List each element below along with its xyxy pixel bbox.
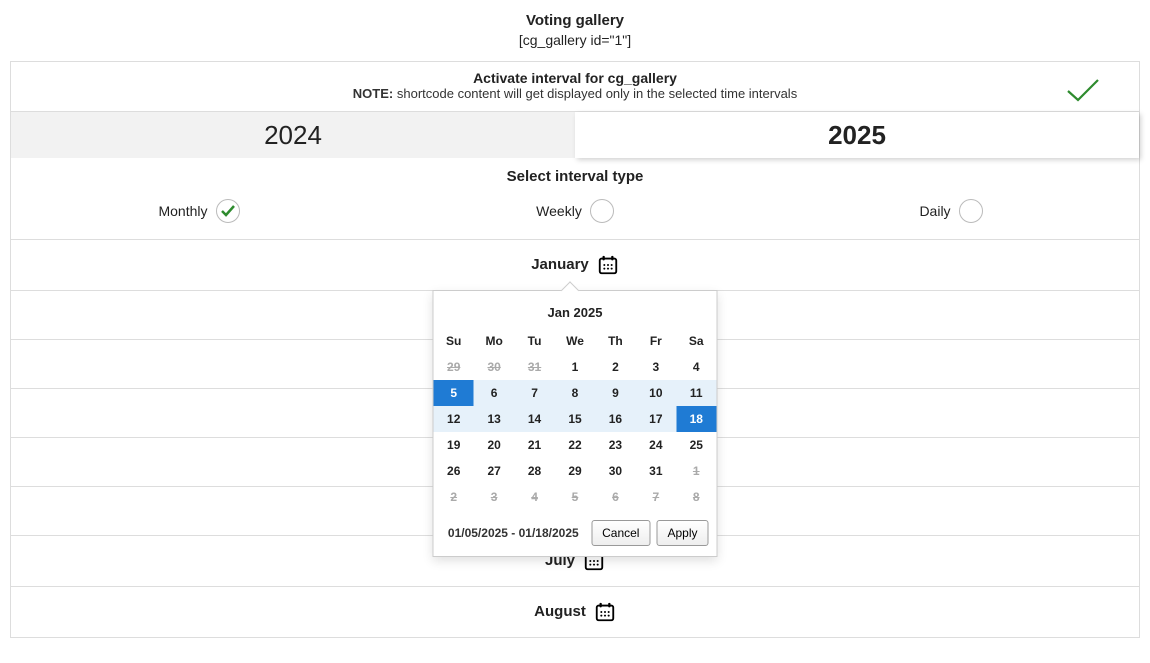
datepicker-day: 2 <box>434 484 474 510</box>
datepicker-day[interactable]: 13 <box>474 406 514 432</box>
datepicker-day: 31 <box>514 354 554 380</box>
checkmark-icon <box>221 205 235 217</box>
datepicker-day[interactable]: 29 <box>555 458 595 484</box>
datepicker-day[interactable]: 25 <box>676 432 716 458</box>
datepicker-day[interactable]: 26 <box>434 458 474 484</box>
datepicker-day[interactable]: 31 <box>636 458 676 484</box>
datepicker-day[interactable]: 4 <box>676 354 716 380</box>
datepicker-day[interactable]: 5 <box>434 380 474 406</box>
interval-monthly-label: Monthly <box>158 203 207 219</box>
year-tab-2024[interactable]: 2024 <box>11 112 575 158</box>
datepicker-weekday: Sa <box>676 328 716 354</box>
interval-monthly-radio[interactable] <box>216 199 240 223</box>
datepicker-day[interactable]: 21 <box>514 432 554 458</box>
datepicker-day: 4 <box>514 484 554 510</box>
interval-type-label: Select interval type <box>11 158 1139 189</box>
datepicker-day: 1 <box>676 458 716 484</box>
datepicker-day[interactable]: 30 <box>595 458 635 484</box>
interval-daily-radio[interactable] <box>959 199 983 223</box>
datepicker-day: 3 <box>474 484 514 510</box>
datepicker-day[interactable]: 7 <box>514 380 554 406</box>
calendar-icon <box>597 254 619 276</box>
datepicker-day[interactable]: 24 <box>636 432 676 458</box>
month-row-january: January Jan 2025 SuMoTuWeThFrSa 29303112… <box>11 240 1139 291</box>
datepicker-day: 6 <box>595 484 635 510</box>
datepicker-day[interactable]: 15 <box>555 406 595 432</box>
datepicker-day[interactable]: 1 <box>555 354 595 380</box>
datepicker-day: 8 <box>676 484 716 510</box>
datepicker-header: Jan 2025 <box>434 301 717 328</box>
datepicker-weekday: Fr <box>636 328 676 354</box>
datepicker-weekday: Th <box>595 328 635 354</box>
activate-heading: Activate interval for cg_gallery <box>21 70 1129 86</box>
datepicker-day[interactable]: 16 <box>595 406 635 432</box>
datepicker-day: 7 <box>636 484 676 510</box>
datepicker-apply-button[interactable]: Apply <box>656 520 708 546</box>
year-tabs: 2024 2025 <box>11 112 1139 158</box>
month-row-august: August <box>11 587 1139 637</box>
month-label-august: August <box>534 603 586 620</box>
datepicker-range-text: 01/05/2025 - 01/18/2025 <box>442 526 586 540</box>
datepicker-day[interactable]: 14 <box>514 406 554 432</box>
datepicker-day[interactable]: 19 <box>434 432 474 458</box>
datepicker-day[interactable]: 3 <box>636 354 676 380</box>
datepicker-day[interactable]: 22 <box>555 432 595 458</box>
datepicker-day[interactable]: 20 <box>474 432 514 458</box>
interval-weekly-radio[interactable] <box>590 199 614 223</box>
datepicker-day[interactable]: 11 <box>676 380 716 406</box>
datepicker-weekday: We <box>555 328 595 354</box>
activate-note-prefix: NOTE: <box>353 86 393 101</box>
datepicker-day[interactable]: 23 <box>595 432 635 458</box>
datepicker-day: 5 <box>555 484 595 510</box>
interval-daily-label: Daily <box>919 203 950 219</box>
datepicker-day[interactable]: 8 <box>555 380 595 406</box>
interval-weekly-label: Weekly <box>536 203 582 219</box>
month-label-january: January <box>531 256 589 273</box>
datepicker-day[interactable]: 28 <box>514 458 554 484</box>
checkmark-icon <box>1065 76 1101 104</box>
datepicker-day[interactable]: 2 <box>595 354 635 380</box>
datepicker-popup: Jan 2025 SuMoTuWeThFrSa 2930311234567891… <box>433 290 718 557</box>
calendar-icon <box>594 601 616 623</box>
datepicker-day[interactable]: 10 <box>636 380 676 406</box>
datepicker-day: 30 <box>474 354 514 380</box>
datepicker-weekday: Mo <box>474 328 514 354</box>
datepicker-day[interactable]: 9 <box>595 380 635 406</box>
datepicker-cancel-button[interactable]: Cancel <box>591 520 650 546</box>
datepicker-day[interactable]: 17 <box>636 406 676 432</box>
datepicker-weekday: Tu <box>514 328 554 354</box>
datepicker-day[interactable]: 18 <box>676 406 716 432</box>
datepicker-day[interactable]: 6 <box>474 380 514 406</box>
shortcode-text: [cg_gallery id="1"] <box>519 32 631 48</box>
page-title: Voting gallery <box>0 10 1150 31</box>
datepicker-day: 29 <box>434 354 474 380</box>
activate-toggle-check[interactable] <box>1063 70 1103 110</box>
activate-note: NOTE: shortcode content will get display… <box>21 86 1129 101</box>
datepicker-day[interactable]: 27 <box>474 458 514 484</box>
month-row-august-toggle[interactable]: August <box>534 601 616 623</box>
datepicker-weekday: Su <box>434 328 474 354</box>
datepicker-day[interactable]: 12 <box>434 406 474 432</box>
activate-note-text: shortcode content will get displayed onl… <box>393 86 797 101</box>
month-row-january-toggle[interactable]: January <box>531 254 619 276</box>
year-tab-2025[interactable]: 2025 <box>575 112 1139 158</box>
